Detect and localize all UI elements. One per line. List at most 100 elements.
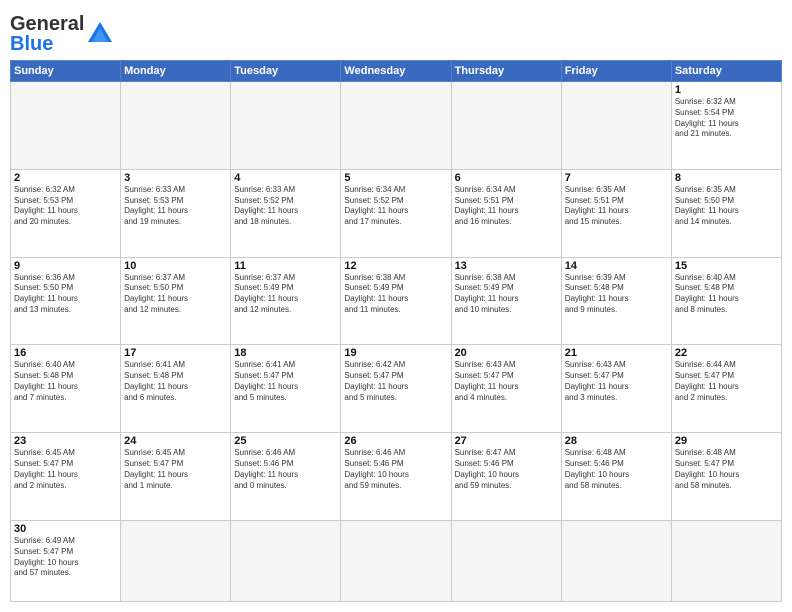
calendar-cell [561, 521, 671, 602]
day-number: 1 [675, 84, 778, 96]
weekday-header-thursday: Thursday [451, 61, 561, 82]
calendar-cell: 4Sunrise: 6:33 AM Sunset: 5:52 PM Daylig… [231, 169, 341, 257]
calendar-week-row: 9Sunrise: 6:36 AM Sunset: 5:50 PM Daylig… [11, 257, 782, 345]
day-number: 5 [344, 172, 447, 184]
calendar-table: SundayMondayTuesdayWednesdayThursdayFrid… [10, 60, 782, 602]
weekday-header-row: SundayMondayTuesdayWednesdayThursdayFrid… [11, 61, 782, 82]
calendar-cell: 30Sunrise: 6:49 AM Sunset: 5:47 PM Dayli… [11, 521, 121, 602]
day-info: Sunrise: 6:49 AM Sunset: 5:47 PM Dayligh… [14, 536, 117, 579]
day-number: 11 [234, 260, 337, 272]
day-number: 25 [234, 435, 337, 447]
day-info: Sunrise: 6:35 AM Sunset: 5:51 PM Dayligh… [565, 185, 668, 228]
day-number: 16 [14, 347, 117, 359]
day-info: Sunrise: 6:42 AM Sunset: 5:47 PM Dayligh… [344, 360, 447, 403]
day-info: Sunrise: 6:45 AM Sunset: 5:47 PM Dayligh… [124, 448, 227, 491]
calendar-cell [231, 82, 341, 170]
calendar-cell: 8Sunrise: 6:35 AM Sunset: 5:50 PM Daylig… [671, 169, 781, 257]
weekday-header-friday: Friday [561, 61, 671, 82]
day-info: Sunrise: 6:33 AM Sunset: 5:52 PM Dayligh… [234, 185, 337, 228]
calendar-cell [451, 521, 561, 602]
day-number: 30 [14, 523, 117, 535]
calendar-week-row: 2Sunrise: 6:32 AM Sunset: 5:53 PM Daylig… [11, 169, 782, 257]
calendar-cell: 12Sunrise: 6:38 AM Sunset: 5:49 PM Dayli… [341, 257, 451, 345]
calendar-cell [341, 521, 451, 602]
calendar-week-row: 1Sunrise: 6:32 AM Sunset: 5:54 PM Daylig… [11, 82, 782, 170]
calendar-cell: 18Sunrise: 6:41 AM Sunset: 5:47 PM Dayli… [231, 345, 341, 433]
logo-text: General Blue [10, 14, 84, 54]
day-number: 8 [675, 172, 778, 184]
day-number: 9 [14, 260, 117, 272]
day-info: Sunrise: 6:36 AM Sunset: 5:50 PM Dayligh… [14, 273, 117, 316]
day-info: Sunrise: 6:40 AM Sunset: 5:48 PM Dayligh… [675, 273, 778, 316]
calendar-cell: 13Sunrise: 6:38 AM Sunset: 5:49 PM Dayli… [451, 257, 561, 345]
day-number: 27 [455, 435, 558, 447]
calendar-cell: 2Sunrise: 6:32 AM Sunset: 5:53 PM Daylig… [11, 169, 121, 257]
calendar-cell [121, 82, 231, 170]
calendar-cell [671, 521, 781, 602]
calendar-cell: 28Sunrise: 6:48 AM Sunset: 5:46 PM Dayli… [561, 433, 671, 521]
logo: General Blue [10, 14, 114, 54]
day-info: Sunrise: 6:43 AM Sunset: 5:47 PM Dayligh… [455, 360, 558, 403]
day-info: Sunrise: 6:48 AM Sunset: 5:46 PM Dayligh… [565, 448, 668, 491]
calendar-cell: 7Sunrise: 6:35 AM Sunset: 5:51 PM Daylig… [561, 169, 671, 257]
day-info: Sunrise: 6:47 AM Sunset: 5:46 PM Dayligh… [455, 448, 558, 491]
weekday-header-wednesday: Wednesday [341, 61, 451, 82]
day-info: Sunrise: 6:38 AM Sunset: 5:49 PM Dayligh… [344, 273, 447, 316]
day-info: Sunrise: 6:37 AM Sunset: 5:50 PM Dayligh… [124, 273, 227, 316]
calendar-cell: 20Sunrise: 6:43 AM Sunset: 5:47 PM Dayli… [451, 345, 561, 433]
day-number: 13 [455, 260, 558, 272]
calendar-cell: 15Sunrise: 6:40 AM Sunset: 5:48 PM Dayli… [671, 257, 781, 345]
calendar-cell [561, 82, 671, 170]
calendar-cell: 16Sunrise: 6:40 AM Sunset: 5:48 PM Dayli… [11, 345, 121, 433]
calendar-cell: 26Sunrise: 6:46 AM Sunset: 5:46 PM Dayli… [341, 433, 451, 521]
weekday-header-saturday: Saturday [671, 61, 781, 82]
calendar-cell: 5Sunrise: 6:34 AM Sunset: 5:52 PM Daylig… [341, 169, 451, 257]
calendar-cell: 1Sunrise: 6:32 AM Sunset: 5:54 PM Daylig… [671, 82, 781, 170]
day-number: 3 [124, 172, 227, 184]
weekday-header-tuesday: Tuesday [231, 61, 341, 82]
calendar-cell: 22Sunrise: 6:44 AM Sunset: 5:47 PM Dayli… [671, 345, 781, 433]
day-number: 14 [565, 260, 668, 272]
calendar-week-row: 16Sunrise: 6:40 AM Sunset: 5:48 PM Dayli… [11, 345, 782, 433]
day-info: Sunrise: 6:38 AM Sunset: 5:49 PM Dayligh… [455, 273, 558, 316]
calendar-cell: 10Sunrise: 6:37 AM Sunset: 5:50 PM Dayli… [121, 257, 231, 345]
calendar-cell: 21Sunrise: 6:43 AM Sunset: 5:47 PM Dayli… [561, 345, 671, 433]
day-info: Sunrise: 6:44 AM Sunset: 5:47 PM Dayligh… [675, 360, 778, 403]
day-info: Sunrise: 6:34 AM Sunset: 5:51 PM Dayligh… [455, 185, 558, 228]
day-number: 20 [455, 347, 558, 359]
day-info: Sunrise: 6:39 AM Sunset: 5:48 PM Dayligh… [565, 273, 668, 316]
day-number: 24 [124, 435, 227, 447]
calendar-cell [341, 82, 451, 170]
calendar-cell: 17Sunrise: 6:41 AM Sunset: 5:48 PM Dayli… [121, 345, 231, 433]
calendar-cell [451, 82, 561, 170]
calendar-cell: 11Sunrise: 6:37 AM Sunset: 5:49 PM Dayli… [231, 257, 341, 345]
day-info: Sunrise: 6:43 AM Sunset: 5:47 PM Dayligh… [565, 360, 668, 403]
day-number: 12 [344, 260, 447, 272]
calendar-cell: 29Sunrise: 6:48 AM Sunset: 5:47 PM Dayli… [671, 433, 781, 521]
day-info: Sunrise: 6:45 AM Sunset: 5:47 PM Dayligh… [14, 448, 117, 491]
calendar-cell: 9Sunrise: 6:36 AM Sunset: 5:50 PM Daylig… [11, 257, 121, 345]
day-number: 17 [124, 347, 227, 359]
page: General Blue SundayMondayTuesdayWednesda… [0, 0, 792, 612]
calendar-cell [11, 82, 121, 170]
calendar-cell: 25Sunrise: 6:46 AM Sunset: 5:46 PM Dayli… [231, 433, 341, 521]
calendar-cell: 14Sunrise: 6:39 AM Sunset: 5:48 PM Dayli… [561, 257, 671, 345]
calendar-week-row: 30Sunrise: 6:49 AM Sunset: 5:47 PM Dayli… [11, 521, 782, 602]
day-number: 6 [455, 172, 558, 184]
day-info: Sunrise: 6:40 AM Sunset: 5:48 PM Dayligh… [14, 360, 117, 403]
calendar-cell: 6Sunrise: 6:34 AM Sunset: 5:51 PM Daylig… [451, 169, 561, 257]
day-info: Sunrise: 6:48 AM Sunset: 5:47 PM Dayligh… [675, 448, 778, 491]
day-number: 15 [675, 260, 778, 272]
logo-icon [86, 20, 114, 48]
calendar-cell: 3Sunrise: 6:33 AM Sunset: 5:53 PM Daylig… [121, 169, 231, 257]
day-number: 4 [234, 172, 337, 184]
day-number: 7 [565, 172, 668, 184]
calendar-cell [121, 521, 231, 602]
calendar-week-row: 23Sunrise: 6:45 AM Sunset: 5:47 PM Dayli… [11, 433, 782, 521]
day-info: Sunrise: 6:34 AM Sunset: 5:52 PM Dayligh… [344, 185, 447, 228]
calendar-cell: 23Sunrise: 6:45 AM Sunset: 5:47 PM Dayli… [11, 433, 121, 521]
day-info: Sunrise: 6:32 AM Sunset: 5:53 PM Dayligh… [14, 185, 117, 228]
day-info: Sunrise: 6:33 AM Sunset: 5:53 PM Dayligh… [124, 185, 227, 228]
calendar-cell: 27Sunrise: 6:47 AM Sunset: 5:46 PM Dayli… [451, 433, 561, 521]
day-number: 2 [14, 172, 117, 184]
